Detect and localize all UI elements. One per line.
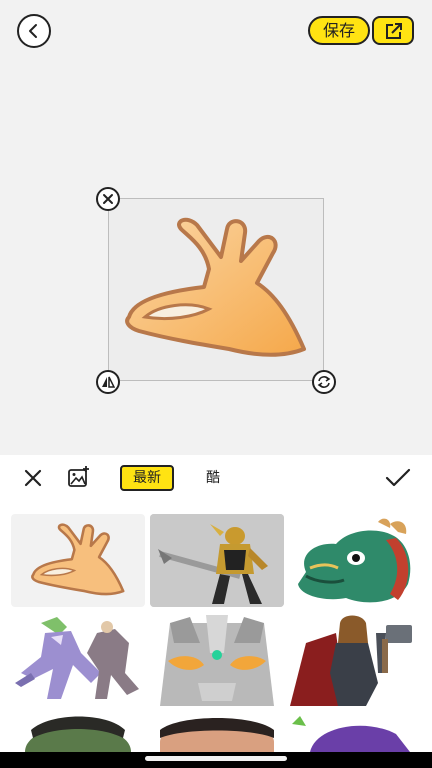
- back-button[interactable]: [17, 14, 51, 48]
- sticker-item[interactable]: [11, 514, 145, 607]
- add-image-icon[interactable]: [67, 465, 91, 489]
- rotate-sticker-handle[interactable]: [312, 370, 336, 394]
- sticker-item[interactable]: [286, 613, 420, 706]
- hand-ok-sticker-image: [125, 217, 306, 357]
- share-button[interactable]: [372, 16, 414, 45]
- tab-cool[interactable]: 酷: [206, 467, 220, 489]
- close-icon: [103, 194, 113, 204]
- flip-sticker-handle[interactable]: [96, 370, 120, 394]
- tab-latest[interactable]: 最新: [120, 465, 174, 491]
- flip-icon: [102, 376, 115, 388]
- ultraman-face: [160, 615, 274, 706]
- armored-knight-figure: [150, 514, 284, 607]
- canvas-area: 保存: [0, 0, 432, 455]
- chevron-left-icon: [29, 24, 37, 38]
- hand-ok-sticker: [31, 523, 125, 596]
- thor-with-hammer: [290, 615, 412, 706]
- share-external-icon: [386, 23, 402, 39]
- close-icon[interactable]: [22, 467, 44, 489]
- sticker-item[interactable]: [150, 514, 284, 607]
- green-dragon-head: [298, 518, 411, 603]
- sticker-toolbar: 最新 酷: [0, 455, 432, 505]
- sticker-item[interactable]: [286, 514, 420, 607]
- sticker-on-canvas[interactable]: [108, 198, 324, 381]
- check-icon[interactable]: [385, 467, 411, 489]
- sticker-item[interactable]: [11, 613, 145, 706]
- sticker-grid: [0, 505, 432, 768]
- rotate-icon: [317, 376, 331, 388]
- sticker-item[interactable]: [150, 613, 284, 706]
- home-indicator: [145, 756, 287, 761]
- purple-anime-character: [15, 617, 139, 699]
- save-button[interactable]: 保存: [308, 16, 370, 45]
- remove-sticker-handle[interactable]: [96, 187, 120, 211]
